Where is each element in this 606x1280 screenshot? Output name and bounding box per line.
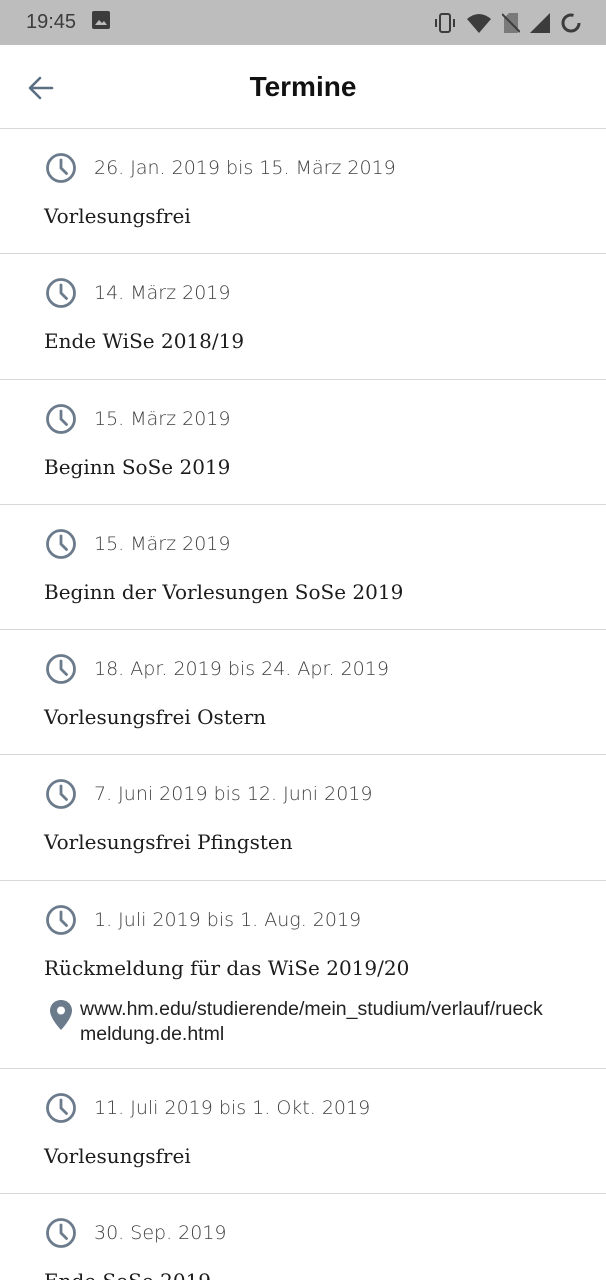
clock-icon [46, 904, 76, 935]
event-title: Rückmeldung für das WiSe 2019/20 [44, 955, 410, 980]
clock-icon [46, 1092, 76, 1123]
date-row: 1. Juli 2019 bis 1. Aug. 2019 [44, 903, 361, 937]
event-title: Vorlesungsfrei [44, 1143, 191, 1168]
list-item[interactable]: 30. Sep. 2019 Ende SoSe 2019 [0, 1194, 606, 1280]
signal-icon [530, 12, 550, 33]
list-item[interactable]: 14. März 2019 Ende WiSe 2018/19 [0, 254, 606, 380]
date-row: 18. Apr. 2019 bis 24. Apr. 2019 [44, 652, 389, 686]
clock-icon [46, 779, 76, 810]
date-row: 7. Juni 2019 bis 12. Juni 2019 [44, 777, 372, 811]
event-date: 18. Apr. 2019 bis 24. Apr. 2019 [94, 658, 389, 681]
clock-icon [46, 153, 76, 183]
event-title: Beginn der Vorlesungen SoSe 2019 [44, 579, 404, 604]
list-item[interactable]: 1. Juli 2019 bis 1. Aug. 2019 Rückmeldun… [0, 881, 606, 1069]
date-row: 11. Juli 2019 bis 1. Okt. 2019 [44, 1091, 370, 1125]
event-title: Ende SoSe 2019 [44, 1269, 211, 1280]
event-date: 15. März 2019 [94, 532, 231, 555]
status-right [434, 12, 582, 34]
location-url[interactable]: www.hm.edu/studierende/mein_studium/verl… [80, 997, 550, 1047]
event-date: 7. Juni 2019 bis 12. Juni 2019 [94, 783, 373, 806]
status-time: 19:45 [26, 11, 77, 33]
events-list: 26. Jan. 2019 bis 15. März 2019 Vorlesun… [0, 129, 606, 1280]
location-pin-icon [50, 999, 72, 1030]
event-date: 15. März 2019 [94, 407, 231, 430]
arrow-back-icon [28, 76, 54, 100]
event-date: 14. März 2019 [94, 282, 231, 305]
list-item[interactable]: 7. Juni 2019 bis 12. Juni 2019 Vorlesung… [0, 755, 606, 881]
vibrate-icon [434, 12, 456, 34]
list-item[interactable]: 15. März 2019 Beginn der Vorlesungen SoS… [0, 505, 606, 631]
back-button[interactable] [20, 67, 62, 109]
clock-icon [46, 654, 76, 685]
event-date: 1. Juli 2019 bis 1. Aug. 2019 [94, 908, 362, 931]
list-item[interactable]: 18. Apr. 2019 bis 24. Apr. 2019 Vorlesun… [0, 630, 606, 756]
status-left: 19:45 [26, 11, 111, 34]
clock-icon [46, 528, 76, 559]
date-row: 15. März 2019 [44, 402, 230, 436]
event-date: 30. Sep. 2019 [94, 1222, 227, 1245]
image-icon [92, 11, 111, 34]
event-title: Beginn SoSe 2019 [44, 454, 231, 479]
event-date: 11. Juli 2019 bis 1. Okt. 2019 [94, 1096, 371, 1119]
event-title: Ende WiSe 2018/19 [44, 329, 245, 354]
event-title: Vorlesungsfrei [44, 204, 191, 228]
date-row: 14. März 2019 [44, 276, 230, 310]
clock-icon [46, 1218, 76, 1248]
location-link[interactable]: www.hm.edu/studierende/mein_studium/verl… [48, 997, 550, 1047]
date-row: 15. März 2019 [44, 527, 230, 561]
status-bar: 19:45 [0, 0, 606, 45]
clock-icon [46, 278, 76, 309]
event-title: Vorlesungsfrei Ostern [44, 705, 267, 730]
app-bar: Termine [0, 45, 606, 129]
event-title: Vorlesungsfrei Pfingsten [44, 830, 293, 855]
page-title: Termine [249, 71, 357, 102]
list-item[interactable]: 26. Jan. 2019 bis 15. März 2019 Vorlesun… [0, 129, 606, 255]
wifi-icon [466, 12, 492, 34]
date-row: 30. Sep. 2019 [44, 1216, 227, 1250]
clock-icon [46, 403, 76, 434]
list-item[interactable]: 15. März 2019 Beginn SoSe 2019 [0, 380, 606, 505]
battery-loading-icon [560, 12, 582, 34]
list-item[interactable]: 11. Juli 2019 bis 1. Okt. 2019 Vorlesung… [0, 1069, 606, 1195]
event-date: 26. Jan. 2019 bis 15. März 2019 [94, 157, 396, 179]
no-sim-icon [502, 12, 520, 34]
date-row: 26. Jan. 2019 bis 15. März 2019 [44, 151, 396, 185]
